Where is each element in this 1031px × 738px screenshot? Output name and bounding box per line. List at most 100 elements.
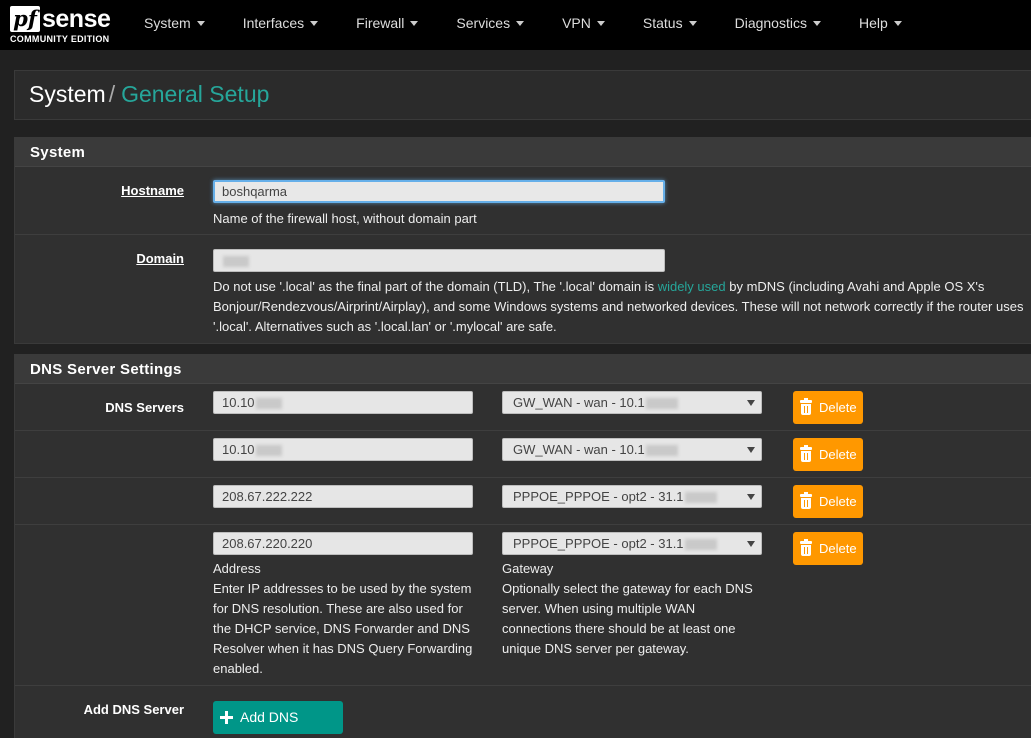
nav-system[interactable]: System xyxy=(125,0,224,50)
redacted-value xyxy=(255,398,282,410)
nav-help[interactable]: Help xyxy=(840,0,921,50)
nav-services-label: Services xyxy=(456,15,511,31)
dns-address-input[interactable]: 208.67.220.220 xyxy=(213,532,473,555)
dns-gateway-select[interactable]: PPPOE_PPPOE - opt2 - 31.1 xyxy=(502,485,762,508)
domain-input[interactable] xyxy=(213,249,665,272)
dns-address-value: 208.67.220.220 xyxy=(222,536,313,551)
dropdown-arrow-icon xyxy=(747,494,755,500)
trash-icon xyxy=(800,398,812,415)
redacted-value xyxy=(684,539,717,551)
nav-firewall[interactable]: Firewall xyxy=(337,0,437,50)
dns-gateway-select[interactable]: PPPOE_PPPOE - opt2 - 31.1 xyxy=(502,532,762,555)
hostname-label: Hostname xyxy=(121,183,184,198)
add-dns-server-button-label: Add DNS Server xyxy=(240,709,299,725)
dns-server-row: 10.10 GW_WAN - wan - 10.1 Delete xyxy=(15,431,1031,478)
caret-down-icon xyxy=(596,20,605,26)
dns-gateway-select[interactable]: GW_WAN - wan - 10.1 xyxy=(502,391,762,414)
address-help-text: Enter IP addresses to be used by the sys… xyxy=(213,581,473,676)
dns-address-value: 10.10 xyxy=(222,442,255,457)
nav-status[interactable]: Status xyxy=(624,0,716,50)
delete-label: Delete xyxy=(819,541,857,556)
delete-button[interactable]: Delete xyxy=(793,438,863,471)
caret-down-icon xyxy=(310,20,319,26)
domain-help-text-1: Do not use '.local' as the final part of… xyxy=(213,279,658,294)
nav-help-label: Help xyxy=(858,15,888,31)
nav-system-label: System xyxy=(144,15,191,31)
domain-help: Do not use '.local' as the final part of… xyxy=(213,277,1031,337)
delete-label: Delete xyxy=(819,447,857,462)
logo-sense-text: sense xyxy=(42,5,111,33)
caret-down-icon xyxy=(688,20,697,26)
dns-panel-heading: DNS Server Settings xyxy=(15,355,1031,384)
nav-status-label: Status xyxy=(642,15,683,31)
gateway-caption: Gateway xyxy=(502,561,554,576)
dns-address-input[interactable]: 10.10 xyxy=(213,438,473,461)
delete-button[interactable]: Delete xyxy=(793,485,863,518)
delete-label: Delete xyxy=(819,494,857,509)
hostname-value: boshqarma xyxy=(222,184,288,199)
pfsense-logo[interactable]: pf sense COMMUNITY EDITION xyxy=(0,0,125,50)
delete-button[interactable]: Delete xyxy=(793,532,863,565)
dropdown-arrow-icon xyxy=(747,541,755,547)
gateway-help: Gateway Optionally select the gateway fo… xyxy=(502,559,764,659)
delete-button[interactable]: Delete xyxy=(793,391,863,424)
top-navbar: pf sense COMMUNITY EDITION System Interf… xyxy=(0,0,1031,50)
nav-diagnostics[interactable]: Diagnostics xyxy=(716,0,840,50)
redacted-value xyxy=(223,256,249,268)
dns-gateway-value: PPPOE_PPPOE - opt2 - 31.1 xyxy=(513,489,684,504)
trash-icon xyxy=(800,492,812,509)
nav-interfaces-label: Interfaces xyxy=(242,15,305,31)
caret-down-icon xyxy=(893,20,902,26)
delete-label: Delete xyxy=(819,400,857,415)
address-caption: Address xyxy=(213,561,261,576)
dns-gateway-select[interactable]: GW_WAN - wan - 10.1 xyxy=(502,438,762,461)
dns-address-input[interactable]: 208.67.222.222 xyxy=(213,485,473,508)
dns-address-value: 10.10 xyxy=(222,395,255,410)
dns-address-input[interactable]: 10.10 xyxy=(213,391,473,414)
caret-down-icon xyxy=(196,20,205,26)
widely-used-link[interactable]: widely used xyxy=(658,279,726,294)
nav-firewall-label: Firewall xyxy=(356,15,405,31)
breadcrumb-separator: / xyxy=(108,81,116,107)
caret-down-icon xyxy=(410,20,419,26)
dns-gateway-value: GW_WAN - wan - 10.1 xyxy=(513,442,645,457)
redacted-value xyxy=(684,492,717,504)
domain-row: Domain Do not use '.local' as the final … xyxy=(15,235,1031,345)
domain-label: Domain xyxy=(136,251,184,266)
caret-down-icon xyxy=(812,20,821,26)
redacted-value xyxy=(645,398,678,410)
redacted-value xyxy=(645,445,678,457)
dropdown-arrow-icon xyxy=(747,400,755,406)
trash-icon xyxy=(800,539,812,556)
nav-diagnostics-label: Diagnostics xyxy=(734,15,807,31)
logo-edition-text: COMMUNITY EDITION xyxy=(10,34,110,44)
dns-address-value: 208.67.222.222 xyxy=(222,489,313,504)
redacted-value xyxy=(255,445,282,457)
dns-server-row: 208.67.222.222 PPPOE_PPPOE - opt2 - 31.1… xyxy=(15,478,1031,525)
add-dns-server-label: Add DNS Server xyxy=(83,702,184,717)
dns-gateway-value: PPPOE_PPPOE - opt2 - 31.1 xyxy=(513,536,684,551)
address-help: Address Enter IP addresses to be used by… xyxy=(213,559,475,679)
nav-interfaces[interactable]: Interfaces xyxy=(224,0,337,50)
page-title: System / General Setup xyxy=(29,81,269,108)
hostname-help: Name of the firewall host, without domai… xyxy=(213,211,477,226)
nav-services[interactable]: Services xyxy=(437,0,543,50)
nav-vpn[interactable]: VPN xyxy=(543,0,624,50)
breadcrumb-current[interactable]: General Setup xyxy=(121,81,269,107)
dns-servers-label: DNS Servers xyxy=(105,400,184,415)
hostname-row: Hostname boshqarma Name of the firewall … xyxy=(15,167,1031,235)
dns-server-settings-panel: DNS Server Settings DNS Servers 10.10 GW… xyxy=(14,354,1031,738)
dns-server-row: 208.67.220.220 PPPOE_PPPOE - opt2 - 31.1… xyxy=(15,525,1031,686)
add-dns-server-button[interactable]: Add DNS Server xyxy=(213,701,343,734)
nav-vpn-label: VPN xyxy=(562,15,591,31)
dropdown-arrow-icon xyxy=(747,447,755,453)
hostname-input[interactable]: boshqarma xyxy=(213,180,665,203)
gateway-help-text: Optionally select the gateway for each D… xyxy=(502,581,753,656)
logo-pf-mark: pf xyxy=(10,6,40,32)
add-dns-server-row: Add DNS Server Add DNS Server xyxy=(15,686,1031,738)
breadcrumb-root[interactable]: System xyxy=(29,81,106,107)
caret-down-icon xyxy=(516,20,525,26)
nav-menu: System Interfaces Firewall Services VPN … xyxy=(125,0,921,50)
breadcrumb: System / General Setup xyxy=(14,70,1031,120)
system-panel-heading: System xyxy=(15,138,1031,167)
